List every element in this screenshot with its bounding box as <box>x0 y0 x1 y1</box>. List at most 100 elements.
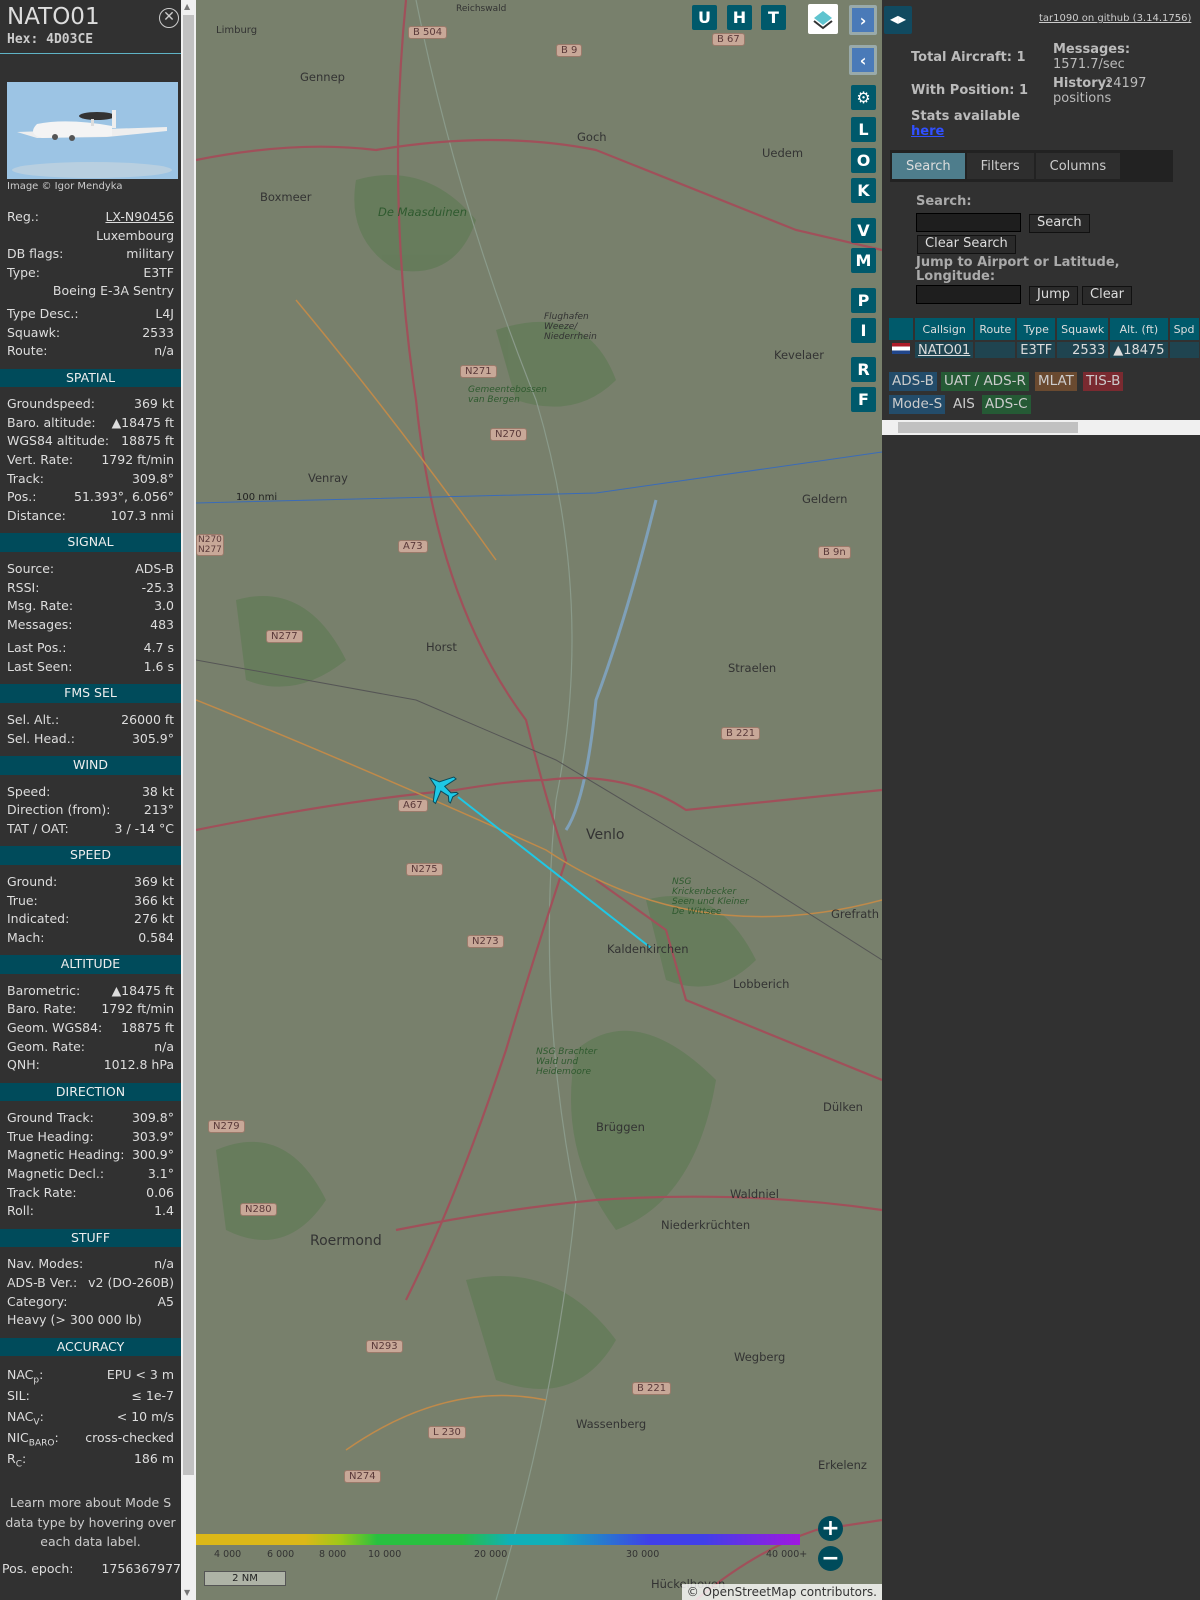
jump-input[interactable] <box>916 285 1021 304</box>
detail-label[interactable]: Source: <box>7 560 54 579</box>
clear-button[interactable]: Clear <box>1082 286 1132 305</box>
expand-right-icon[interactable]: › <box>849 5 877 35</box>
map-label: Gemeentebossen van Bergen <box>468 385 547 405</box>
detail-label[interactable]: Msg. Rate: <box>7 597 73 616</box>
detail-label[interactable]: True: <box>7 892 38 911</box>
zoom-in-button[interactable]: + <box>818 1516 843 1541</box>
detail-label[interactable]: Category: <box>7 1293 67 1312</box>
close-icon[interactable]: ✕ <box>159 8 179 28</box>
map-button-l[interactable]: L <box>851 117 876 142</box>
col-flag[interactable] <box>889 318 913 340</box>
github-link[interactable]: tar1090 on github (3.14.1756) <box>1039 13 1191 24</box>
map-label: Gennep <box>300 70 345 84</box>
detail-label[interactable]: True Heading: <box>7 1128 94 1147</box>
map-button-u[interactable]: U <box>692 5 717 30</box>
detail-label[interactable]: WGS84 altitude: <box>7 432 109 451</box>
detail-label[interactable]: Magnetic Heading: <box>7 1146 124 1165</box>
settings-gear-icon[interactable]: ⚙ <box>851 85 876 110</box>
detail-label[interactable]: RC: <box>7 1448 26 1470</box>
layers-icon[interactable] <box>808 4 838 34</box>
detail-label[interactable]: Nav. Modes: <box>7 1255 83 1274</box>
detail-label[interactable]: Last Seen: <box>7 658 72 677</box>
detail-label[interactable]: Pos.: <box>7 488 36 507</box>
toggle-sidebar-icon[interactable]: ◂▸ <box>884 6 912 34</box>
detail-row: Magnetic Heading: 300.9° <box>0 1146 181 1165</box>
detail-label[interactable]: Baro. Rate: <box>7 1000 76 1019</box>
detail-label[interactable]: Speed: <box>7 783 50 802</box>
detail-label[interactable]: Sel. Alt.: <box>7 711 59 730</box>
detail-label[interactable]: Groundspeed: <box>7 395 95 414</box>
detail-label[interactable]: Ground: <box>7 873 57 892</box>
detail-label[interactable]: NACp: <box>7 1364 43 1386</box>
clear-search-button[interactable]: Clear Search <box>917 235 1016 254</box>
col-type[interactable]: Type <box>1017 318 1056 340</box>
map-label: Uedem <box>762 146 804 160</box>
detail-label[interactable]: Vert. Rate: <box>7 451 73 470</box>
search-button[interactable]: Search <box>1029 214 1090 233</box>
map-button-m[interactable]: M <box>851 248 876 273</box>
detail-label[interactable]: NICBARO: <box>7 1427 59 1449</box>
detail-label[interactable]: Distance: <box>7 507 66 526</box>
col-speed[interactable]: Spd <box>1169 318 1199 340</box>
detail-label[interactable]: Mach: <box>7 929 44 948</box>
registration-link[interactable]: LX-N90456 <box>105 208 174 227</box>
detail-label[interactable]: RSSI: <box>7 579 39 598</box>
detail-label[interactable]: Last Pos.: <box>7 639 66 658</box>
map-button-k[interactable]: K <box>851 178 876 203</box>
detail-label[interactable]: TAT / OAT: <box>7 820 69 839</box>
detail-row: Sel. Alt.: 26000 ft <box>0 711 181 730</box>
col-squawk[interactable]: Squawk <box>1057 318 1109 340</box>
map-button-h[interactable]: H <box>727 5 752 30</box>
detail-label[interactable]: Baro. altitude: <box>7 414 96 433</box>
detail-label[interactable]: ADS-B Ver.: <box>7 1274 77 1293</box>
search-input[interactable] <box>916 213 1021 232</box>
detail-value: 309.8° <box>131 470 174 486</box>
detail-value: 3.0 <box>154 598 174 614</box>
detail-label[interactable]: Sel. Head.: <box>7 730 75 749</box>
detail-label[interactable]: Ground Track: <box>7 1109 94 1128</box>
row-callsign[interactable]: NATO01 <box>915 342 974 358</box>
col-callsign[interactable]: Callsign <box>915 318 974 340</box>
table-row[interactable]: NATO01 E3TF 2533 ▲18475 <box>889 342 1199 358</box>
scrollbar-thumb[interactable] <box>183 15 194 1475</box>
detail-label[interactable]: NACV: <box>7 1406 44 1428</box>
detail-label[interactable]: SIL: <box>7 1385 30 1406</box>
map-button-o[interactable]: O <box>851 148 876 173</box>
tab-search[interactable]: Search <box>892 153 965 179</box>
detail-label[interactable]: Geom. WGS84: <box>7 1019 102 1038</box>
map-button-f[interactable]: F <box>851 387 876 412</box>
detail-label[interactable]: Magnetic Decl.: <box>7 1165 104 1184</box>
map-attribution[interactable]: © OpenStreetMap contributors. <box>681 1584 882 1600</box>
map-button-t[interactable]: T <box>761 5 786 30</box>
collapse-left-icon[interactable]: ‹ <box>849 45 877 75</box>
stats-link[interactable]: here <box>911 124 944 139</box>
detail-label[interactable]: Roll: <box>7 1202 34 1221</box>
detail-label[interactable]: Track Rate: <box>7 1184 77 1203</box>
tab-filters[interactable]: Filters <box>966 153 1034 179</box>
panel-scrollbar[interactable]: ▲ ▼ <box>181 0 196 1600</box>
detail-label[interactable]: Heavy (> 300 000 lb) <box>7 1311 142 1330</box>
zoom-out-button[interactable]: − <box>818 1546 843 1571</box>
tab-columns[interactable]: Columns <box>1035 153 1121 179</box>
col-altitude[interactable]: Alt. (ft) <box>1110 318 1168 340</box>
col-route[interactable]: Route <box>975 318 1016 340</box>
detail-label[interactable]: Direction (from): <box>7 801 111 820</box>
detail-label[interactable]: Geom. Rate: <box>7 1038 85 1057</box>
type-name-value: Boeing E-3A Sentry <box>52 283 174 299</box>
hex-value: 4D03CE <box>46 32 94 47</box>
detail-label[interactable]: Track: <box>7 470 44 489</box>
detail-label[interactable]: Barometric: <box>7 982 80 1001</box>
table-scrollbar[interactable] <box>882 420 1200 435</box>
detail-label[interactable]: Indicated: <box>7 910 69 929</box>
map[interactable]: Gennep Goch Uedem Boxmeer De Maasduinen … <box>196 0 882 1600</box>
aircraft-photo[interactable] <box>7 82 178 179</box>
map-button-v[interactable]: V <box>851 218 876 243</box>
detail-label[interactable]: Messages: <box>7 616 73 635</box>
map-button-p[interactable]: P <box>851 288 876 313</box>
detail-row: TAT / OAT: 3 / -14 °C <box>0 820 181 839</box>
map-button-r[interactable]: R <box>851 357 876 382</box>
map-button-i[interactable]: I <box>851 318 876 343</box>
detail-value: 369 kt <box>134 396 174 412</box>
jump-button[interactable]: Jump <box>1029 286 1078 305</box>
detail-label[interactable]: QNH: <box>7 1056 40 1075</box>
